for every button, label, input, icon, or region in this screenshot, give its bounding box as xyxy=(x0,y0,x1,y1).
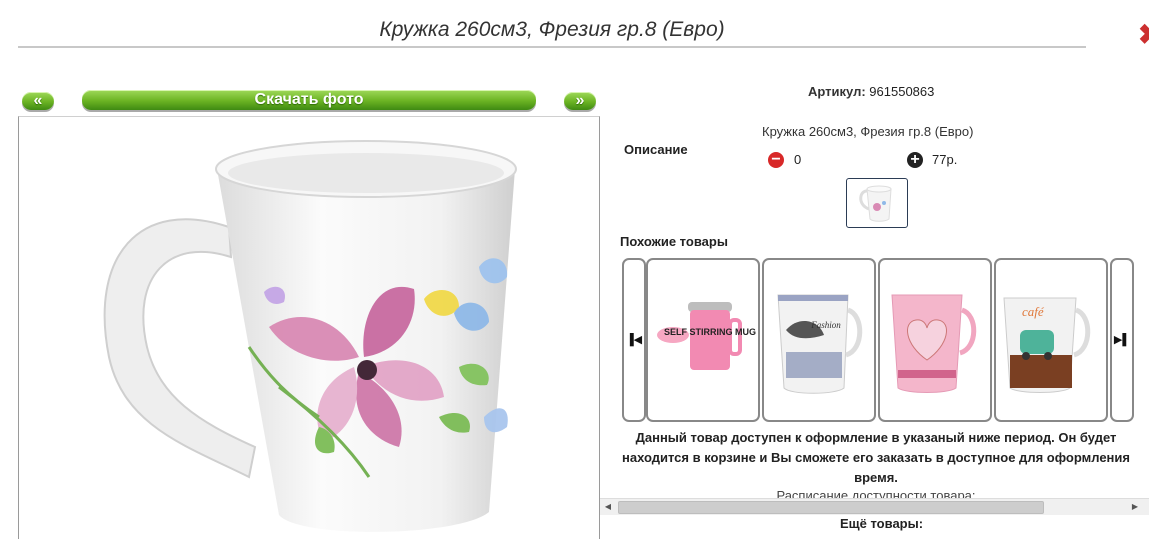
close-icon[interactable]: ✖ xyxy=(1138,22,1149,48)
fashion-mug-image: Fashion xyxy=(777,294,863,394)
more-products-label: Ещё товары: xyxy=(840,516,924,531)
similar-item-label: SELF STIRRING MUG xyxy=(664,327,756,337)
product-photo xyxy=(18,116,600,539)
product-thumbnail[interactable] xyxy=(846,178,908,228)
similar-item-label: café xyxy=(1022,304,1045,319)
prev-photo-button[interactable]: « xyxy=(22,92,54,110)
quantity-value: 0 xyxy=(794,152,802,167)
mug-thumbnail-image xyxy=(859,185,892,222)
article-number: Артикул: 961550863 xyxy=(808,84,934,99)
scroll-left-icon[interactable]: ◀ xyxy=(600,499,616,515)
similar-item[interactable]: Fashion xyxy=(762,258,876,422)
minus-icon[interactable]: − xyxy=(768,152,784,168)
download-photo-button[interactable]: Скачать фото xyxy=(82,90,536,110)
similar-item[interactable]: SELF STIRRING MUG xyxy=(646,258,760,422)
description-text: Кружка 260см3, Фрезия гр.8 (Евро) xyxy=(762,124,974,139)
article-label: Артикул: xyxy=(808,84,866,99)
scrollbar-thumb[interactable] xyxy=(618,501,1044,514)
description-label: Описание xyxy=(624,142,688,157)
similar-products-title: Похожие товары xyxy=(620,234,728,249)
page-title: Кружка 260см3, Фрезия гр.8 (Евро) xyxy=(379,18,725,41)
carousel-next-icon[interactable]: ▶▌ xyxy=(1110,258,1134,422)
scroll-right-icon[interactable]: ▶ xyxy=(1127,499,1143,515)
price-value: 77р. xyxy=(932,152,958,167)
similar-item[interactable]: café xyxy=(994,258,1108,422)
similar-item-label: Fashion xyxy=(810,320,841,330)
availability-schedule-label: Расписание доступности товара: xyxy=(776,488,976,498)
article-value: 961550863 xyxy=(869,84,935,99)
carousel-prev-icon[interactable]: ▐◀ xyxy=(622,258,646,422)
self-stirring-mug-image: SELF STIRRING MUG xyxy=(657,302,756,370)
mug-image xyxy=(103,140,517,532)
similar-item[interactable] xyxy=(878,258,992,422)
horizontal-scrollbar[interactable]: ◀ ▶ xyxy=(600,498,1149,515)
availability-notice: Данный товар доступен к оформление в ука… xyxy=(621,430,1130,485)
title-divider xyxy=(18,46,1086,48)
heart-mug-image xyxy=(891,294,977,393)
cafe-mug-image: café xyxy=(1003,297,1091,393)
next-photo-button[interactable]: » xyxy=(564,92,596,110)
plus-icon[interactable]: + xyxy=(907,152,923,168)
